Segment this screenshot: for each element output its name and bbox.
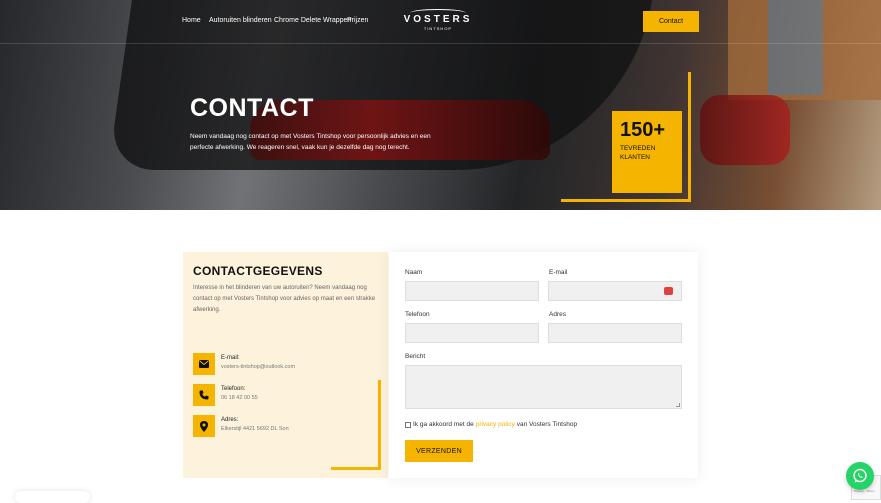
- password-manager-icon[interactable]: [664, 287, 673, 295]
- consent-text-start: Ik ga akkoord met de: [413, 421, 474, 428]
- consent-text-end: van Vosters Tintshop: [516, 421, 578, 428]
- info-accent-line-vertical: [378, 380, 381, 469]
- address-label: Adres: [549, 311, 566, 318]
- site-logo[interactable]: VOSTERS TINTSHOP: [398, 9, 478, 31]
- hero-section: Home Autoruiten blinderen Chrome Delete …: [0, 0, 881, 210]
- privacy-consent: Ik ga akkoord met de privacy policy van …: [405, 421, 577, 428]
- info-accent-line-horizontal: [331, 467, 381, 470]
- hero-description: Neem vandaag nog contact op met Vosters …: [190, 133, 431, 151]
- stat-accent-line-horizontal: [561, 199, 691, 202]
- phone-label: Telefoon: [405, 311, 430, 318]
- nav-link-home[interactable]: Home: [182, 17, 201, 24]
- nav-link-chrome-delete-wrappen[interactable]: Chrome Delete Wrappen: [274, 17, 351, 24]
- address-input[interactable]: [548, 323, 682, 343]
- contact-button[interactable]: Contact: [643, 11, 699, 32]
- resize-handle-icon[interactable]: [676, 403, 680, 407]
- logo-car-swoosh-icon: [410, 9, 466, 17]
- cookie-settings-tab[interactable]: [15, 491, 90, 503]
- contact-item-value: vosters-tintshop@outlook.com: [221, 364, 296, 370]
- privacy-consent-checkbox[interactable]: [405, 421, 411, 428]
- satisfied-customers-badge: 150+ TEVREDEN KLANTEN: [612, 111, 682, 193]
- contact-item-value: Elkerstijl 4421 5692 DL Son: [221, 426, 289, 432]
- phone-input[interactable]: [405, 323, 539, 343]
- whatsapp-icon: [853, 468, 867, 483]
- contact-info-intro: Interesse in het blinderen van uw autoru…: [193, 285, 376, 313]
- message-label: Bericht: [405, 353, 426, 360]
- envelope-icon: [193, 353, 215, 375]
- phone-icon: [193, 384, 215, 406]
- logo-subtitle: TINTSHOP: [423, 26, 453, 31]
- nav-link-autoruiten-blinderen[interactable]: Autoruiten blinderen: [209, 17, 272, 24]
- whatsapp-button[interactable]: [846, 462, 874, 490]
- contact-form: Naam E-mail Telefoon Adres Bericht Ik ga…: [389, 252, 698, 478]
- map-pin-icon: [193, 415, 215, 437]
- message-textarea[interactable]: [405, 365, 682, 409]
- contact-item-address[interactable]: Adres: Elkerstijl 4421 5692 DL Son: [193, 415, 383, 437]
- contact-item-label: Telefoon:: [221, 386, 246, 392]
- stat-label-line-2: KLANTEN: [620, 154, 650, 161]
- contact-item-label: Adres:: [221, 417, 239, 423]
- email-label: E-mail: [549, 269, 568, 276]
- stat-label-line-1: TEVREDEN: [620, 145, 656, 152]
- contact-item-value: 06 18 42 00 55: [221, 395, 258, 401]
- contact-info-heading: CONTACTGEGEVENS: [193, 264, 323, 278]
- contact-info-panel: CONTACTGEGEVENS Interesse in het blinder…: [183, 252, 388, 478]
- contact-item-phone[interactable]: Telefoon: 06 18 42 00 55: [193, 384, 383, 406]
- top-navigation: Home Autoruiten blinderen Chrome Delete …: [0, 0, 881, 44]
- name-input[interactable]: [405, 281, 539, 301]
- submit-button[interactable]: VERZENDEN: [405, 440, 473, 462]
- contact-item-email[interactable]: E-mail: vosters-tintshop@outlook.com: [193, 353, 383, 375]
- stat-accent-line-vertical: [688, 72, 691, 202]
- contact-item-label: E-mail:: [221, 355, 240, 361]
- stat-value: 150+: [620, 119, 666, 141]
- privacy-policy-link[interactable]: privacy policy: [476, 421, 515, 428]
- page-title: CONTACT: [190, 94, 314, 122]
- email-input[interactable]: [548, 281, 682, 301]
- name-label: Naam: [405, 269, 423, 276]
- nav-link-prijzen[interactable]: Prijzen: [347, 17, 368, 24]
